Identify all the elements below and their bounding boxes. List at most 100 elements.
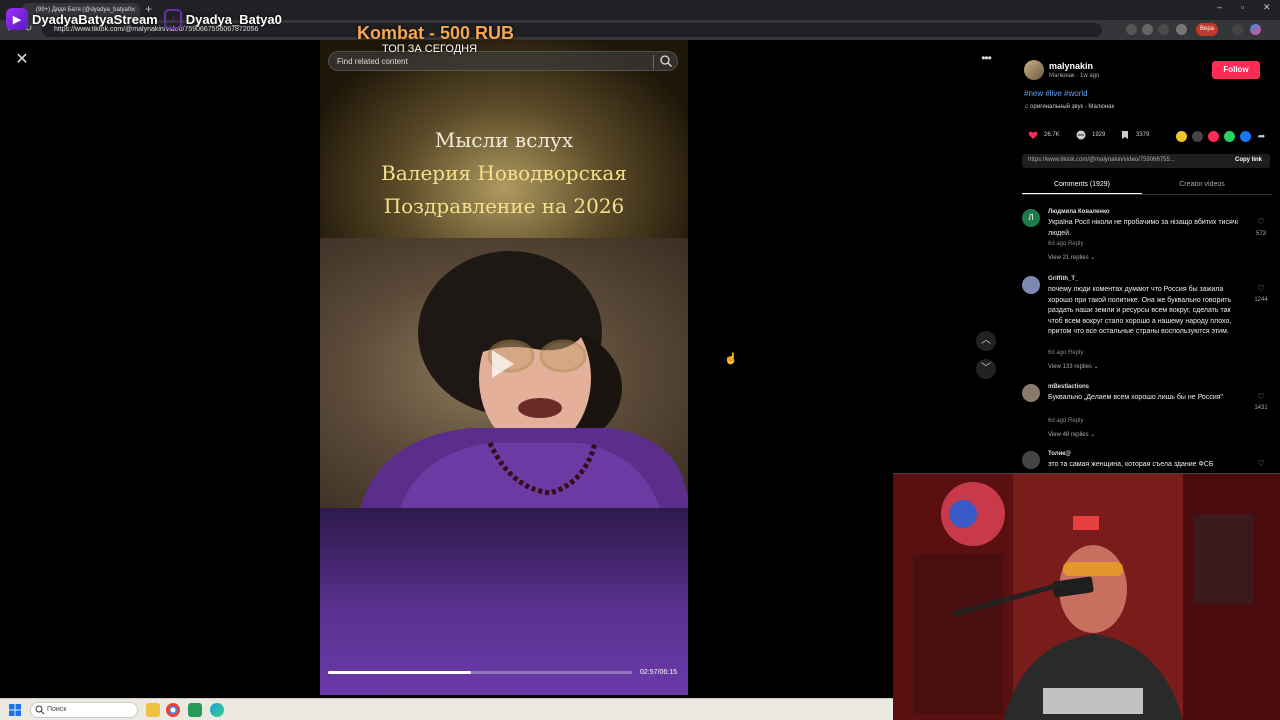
like-count: 26.7K: [1044, 132, 1060, 138]
share-arrow-icon[interactable]: ➦: [1256, 131, 1267, 142]
send-icon[interactable]: [1208, 131, 1219, 142]
commenter-name[interactable]: mBestIactions: [1048, 384, 1089, 390]
comment-meta[interactable]: 6d ago Reply: [1048, 350, 1083, 356]
engagement-stats: 26.7K 1929 3379 ➦: [1024, 130, 1274, 144]
edge-icon[interactable]: [210, 703, 224, 717]
comment-like-count: 1431: [1254, 405, 1268, 411]
video-title-text: Мысли вслух Валерия Новодворская Поздрав…: [320, 124, 688, 223]
tiktok-logo-icon: ♪: [163, 9, 182, 29]
related-search-input[interactable]: Find related content: [328, 51, 678, 71]
tab-comments[interactable]: Comments (1929): [1022, 181, 1142, 188]
bookmark-icon[interactable]: [1142, 24, 1153, 35]
view-replies-link[interactable]: View 21 replies ⌄: [1048, 254, 1095, 261]
active-tab-indicator: [1022, 193, 1142, 194]
music-title: оригинальный звук - Малюнак: [1030, 104, 1115, 110]
next-video-icon[interactable]: ﹀: [976, 359, 996, 379]
chrome-icon[interactable]: [166, 703, 180, 717]
video-time: 02:57/06:15: [640, 669, 677, 676]
video-lower-frame: [320, 508, 688, 695]
whatsapp-icon[interactable]: [1224, 131, 1235, 142]
comment-stat[interactable]: 1929: [1076, 130, 1105, 140]
author-username[interactable]: malynakin: [1049, 61, 1093, 71]
favorites-icon[interactable]: [1176, 24, 1187, 35]
commenter-name[interactable]: Толик@: [1048, 451, 1071, 457]
commenter-name[interactable]: Людмила Коваленко: [1048, 209, 1110, 215]
search-placeholder: Find related content: [337, 57, 408, 66]
comment-item: Толик@ это та самая женщина, которая съе…: [1022, 451, 1272, 474]
comment-text: Буквально „Делаем всем хорошо лишь бы не…: [1048, 394, 1224, 401]
repost-icon[interactable]: [1176, 131, 1187, 142]
comment-like-icon[interactable]: ♡: [1254, 392, 1268, 401]
maximize-icon[interactable]: ▫: [1241, 2, 1244, 12]
copilot-icon[interactable]: [1250, 24, 1261, 35]
video-title-line3: Поздравление на 2026: [383, 194, 625, 218]
tab-divider: [1022, 194, 1272, 195]
commenter-name[interactable]: Griffith_T_: [1048, 276, 1078, 282]
comment-text: почему люди коментах думают что Россия б…: [1048, 286, 1232, 335]
comment-meta[interactable]: 6d ago Reply: [1048, 418, 1083, 424]
commenter-avatar[interactable]: [1022, 384, 1040, 402]
video-link-field[interactable]: https://www.tiktok.com/@malynakin/video/…: [1022, 154, 1270, 168]
menu-icon[interactable]: [1232, 24, 1243, 35]
video-link-text: https://www.tiktok.com/@malynakin/video/…: [1028, 157, 1175, 163]
music-line[interactable]: ♫ оригинальный звук - Малюнак: [1024, 104, 1114, 110]
donation-goal: Kombat - 500 RUB: [357, 23, 515, 43]
profile-button[interactable]: Вера: [1196, 23, 1219, 36]
comment-like-icon[interactable]: ♡: [1254, 459, 1268, 468]
minimize-icon[interactable]: –: [1217, 2, 1222, 12]
commenter-avatar[interactable]: Л: [1022, 209, 1040, 227]
heart-icon: [1028, 131, 1038, 139]
brand-name: DyadyaBatyaStream: [32, 11, 158, 27]
taskbar-search[interactable]: Поиск: [30, 702, 138, 718]
play-icon[interactable]: [492, 350, 514, 378]
commenter-avatar[interactable]: [1022, 451, 1040, 469]
taskbar-search-icon: [35, 705, 45, 715]
taskbar-search-label: Поиск: [47, 706, 67, 713]
video-title-line1: Мысли вслух: [434, 128, 574, 152]
embed-icon[interactable]: [1192, 131, 1203, 142]
comment-like-count: 573: [1255, 231, 1266, 237]
brand-handle: Dyadya_Batya0: [185, 11, 282, 27]
search-icon[interactable]: [659, 54, 673, 68]
comment-like-count: 1244: [1254, 297, 1268, 303]
like-stat[interactable]: 26.7K: [1028, 130, 1060, 140]
follow-button[interactable]: Follow: [1212, 61, 1260, 79]
comment-like-icon[interactable]: ♡: [1254, 217, 1268, 226]
close-viewer-icon[interactable]: ✕: [14, 52, 30, 68]
commenter-avatar[interactable]: [1022, 276, 1040, 294]
comment-text: Україна Росії ніколи не пробачимо за ніз…: [1048, 219, 1238, 237]
comment-icon: [1076, 130, 1086, 140]
comment-like-icon[interactable]: ♡: [1254, 284, 1268, 293]
video-progress-bar[interactable]: [328, 671, 632, 674]
top-today-label: ТОП ЗА СЕГОДНЯ: [382, 43, 478, 55]
more-options-icon[interactable]: •••: [976, 52, 996, 66]
screen: (99+) Дядя Батя (@dyadya_batya0 ✕ + – ▫ …: [0, 0, 1280, 720]
app-icon[interactable]: [188, 703, 202, 717]
twitch-logo-icon: ▶: [6, 8, 28, 30]
close-window-icon[interactable]: ✕: [1263, 2, 1271, 13]
stream-brand: ▶ DyadyaBatyaStream ♪ Dyadya_Batya0: [6, 8, 282, 30]
hand-cursor-icon: ☝: [724, 353, 738, 365]
extension-icon[interactable]: [1158, 24, 1169, 35]
windows-start-icon[interactable]: [9, 704, 21, 716]
reader-icon[interactable]: [1126, 24, 1137, 35]
author-meta: Малюнак · 1w ago: [1049, 73, 1100, 79]
copy-link-button[interactable]: Copy link: [1235, 157, 1262, 163]
facebook-icon[interactable]: [1240, 131, 1251, 142]
video-progress-fill: [328, 671, 471, 674]
view-replies-link[interactable]: View 48 replies ⌄: [1048, 431, 1095, 438]
comment-text: это та самая женщина, которая съела здан…: [1048, 461, 1214, 468]
comment-meta[interactable]: 6d ago Reply: [1048, 241, 1083, 247]
author-avatar[interactable]: [1024, 60, 1044, 80]
previous-video-icon[interactable]: ︿: [976, 331, 996, 351]
bookmark-icon: [1122, 131, 1128, 139]
video-player[interactable]: Мысли вслух Валерия Новодворская Поздрав…: [320, 40, 688, 695]
save-stat[interactable]: 3379: [1120, 130, 1149, 140]
tab-creator-videos[interactable]: Creator videos: [1142, 181, 1262, 188]
view-replies-link[interactable]: View 133 replies ⌄: [1048, 363, 1099, 370]
hashtags[interactable]: #new #live #world: [1024, 89, 1088, 98]
save-count: 3379: [1136, 132, 1150, 138]
os-taskbar: Поиск: [0, 698, 893, 720]
file-explorer-icon[interactable]: [146, 703, 160, 717]
comment-item: mBestIactions Буквально „Делаем всем хор…: [1022, 384, 1272, 442]
